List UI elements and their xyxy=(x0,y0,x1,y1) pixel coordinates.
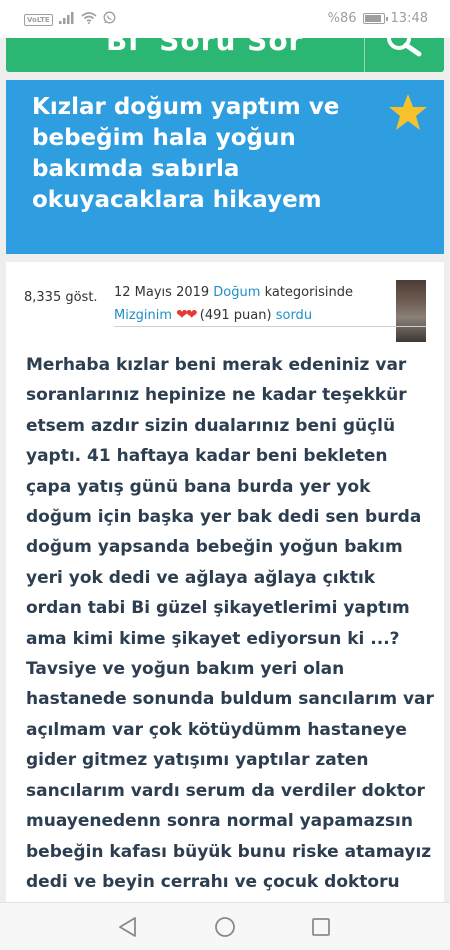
wifi-icon xyxy=(81,11,97,28)
home-icon[interactable] xyxy=(213,915,237,939)
volte-badge: VoLTE xyxy=(24,13,53,26)
heart-icon: ❤❤ xyxy=(176,307,198,323)
author-points: (491 puan) xyxy=(199,308,272,323)
system-nav-bar xyxy=(0,902,450,950)
author-link[interactable]: Mizginim xyxy=(114,308,172,323)
search-icon xyxy=(385,38,425,66)
site-logo-text[interactable]: Bi' Soru Sor xyxy=(106,38,303,57)
post-meta: 12 Mayıs 2019 Doğum kategorisinde Mizgin… xyxy=(114,282,392,327)
star-icon[interactable] xyxy=(388,92,428,136)
category-suffix: kategorisinde xyxy=(264,285,353,300)
back-icon[interactable] xyxy=(116,915,140,939)
author-avatar[interactable] xyxy=(396,280,426,342)
status-left: VoLTE xyxy=(24,11,116,28)
site-header: Bi' Soru Sor xyxy=(6,38,444,72)
status-bar: VoLTE %86 13:48 xyxy=(0,0,450,38)
whatsapp-icon xyxy=(103,11,116,28)
battery-percent: %86 xyxy=(327,11,357,26)
recents-icon[interactable] xyxy=(309,915,333,939)
question-body: Merhaba kızlar beni merak edeniniz var s… xyxy=(26,355,434,892)
question-title-card: Kızlar doğum yaptım ve bebeğim hala yoğu… xyxy=(6,80,444,254)
post-date: 12 Mayıs 2019 xyxy=(114,285,210,300)
category-link[interactable]: Doğum xyxy=(213,285,260,300)
question-body-card: 8,335 göst. 12 Mayıs 2019 Doğum kategori… xyxy=(6,262,444,902)
view-count: 8,335 göst. xyxy=(24,290,98,305)
status-right: %86 13:48 xyxy=(328,11,428,26)
meta-divider xyxy=(114,326,426,327)
clock: 13:48 xyxy=(390,11,428,26)
signal-icon xyxy=(58,11,75,28)
question-title: Kızlar doğum yaptım ve bebeğim hala yoğu… xyxy=(32,94,340,213)
battery-icon xyxy=(362,13,388,24)
search-button[interactable] xyxy=(364,38,444,72)
asked-label: sordu xyxy=(275,308,313,323)
